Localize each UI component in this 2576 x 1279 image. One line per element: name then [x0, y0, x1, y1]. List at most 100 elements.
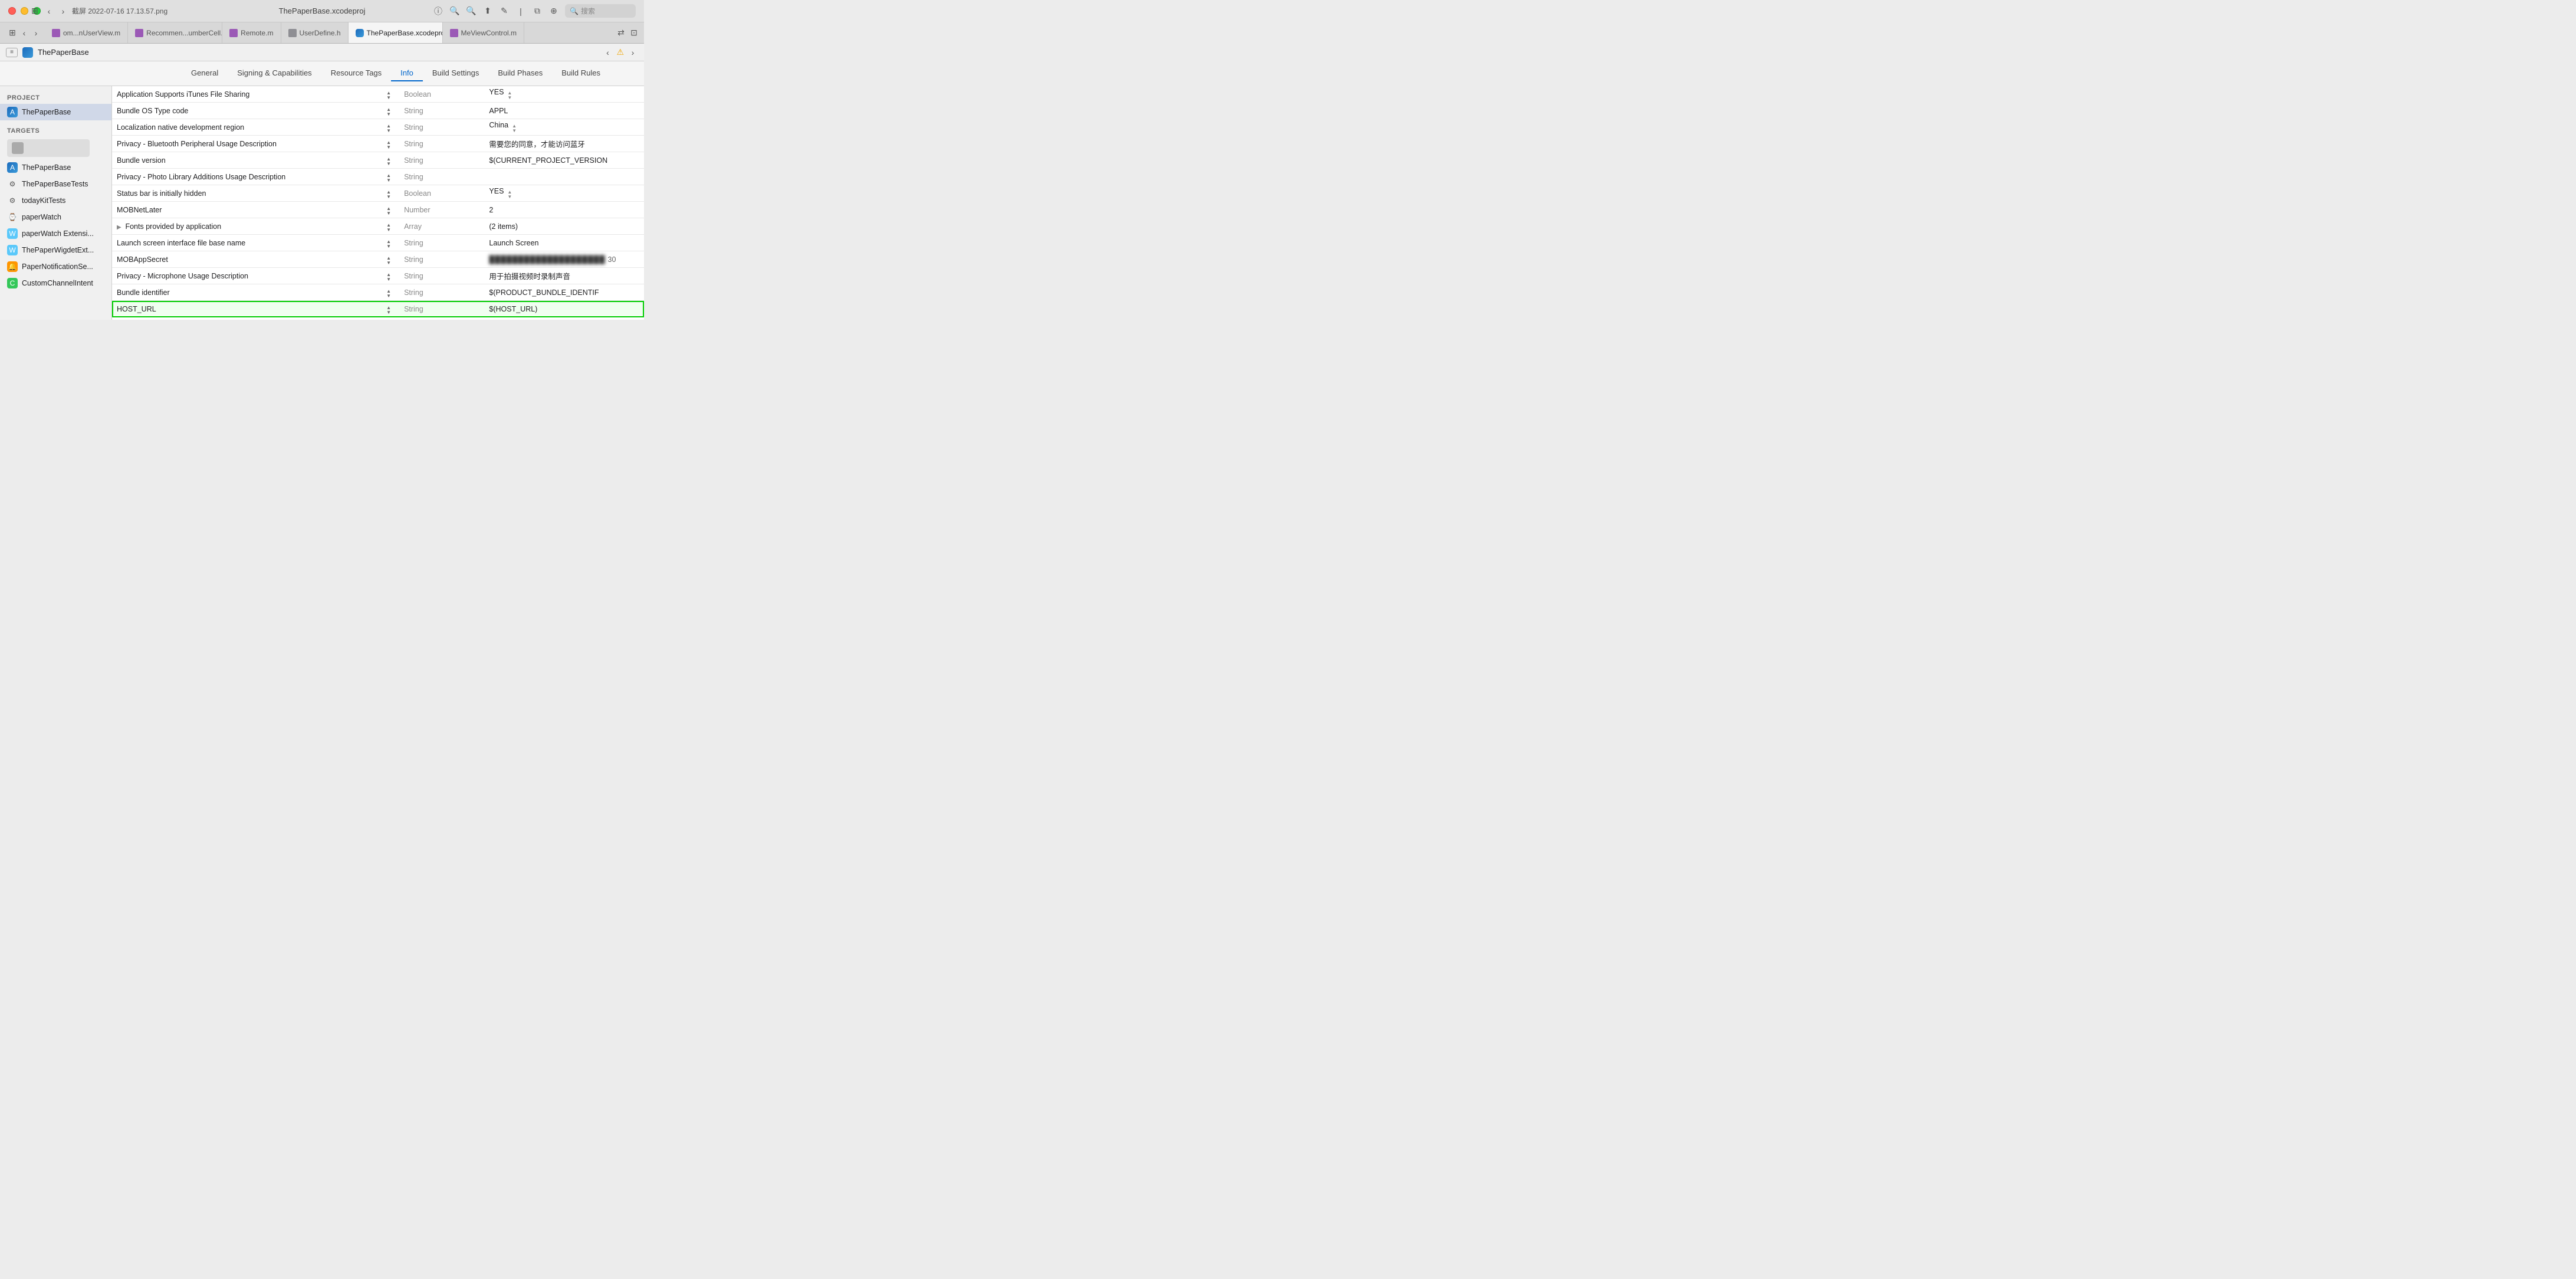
- stepper-icon[interactable]: ▲▼: [386, 157, 391, 166]
- forward-icon[interactable]: ›: [31, 28, 41, 38]
- sidebar-item-customchannel[interactable]: C CustomChannelIntent: [0, 275, 111, 291]
- target-label-0: ThePaperBase: [22, 163, 71, 172]
- value-stepper-icon[interactable]: ▲▼: [512, 124, 517, 133]
- value-stepper-icon[interactable]: ▲▼: [507, 91, 512, 100]
- window-title: ThePaperBase.xcodeproj: [279, 6, 366, 15]
- nav-next-icon[interactable]: ›: [627, 47, 638, 58]
- nav-forward-icon[interactable]: ›: [58, 6, 68, 17]
- zoom-out-icon[interactable]: 🔍: [449, 6, 460, 17]
- sidebar-item-thepaperwigdetext[interactable]: W ThePaperWigdetExt...: [0, 242, 111, 258]
- tab-remote[interactable]: Remote.m: [222, 22, 281, 43]
- seg-btn-general[interactable]: General: [182, 65, 228, 81]
- table-row[interactable]: Bundle version▲▼String$(CURRENT_PROJECT_…: [112, 152, 644, 169]
- back-icon[interactable]: ‹: [19, 28, 29, 38]
- xcode-project-icon: A: [7, 107, 18, 117]
- grid-icon[interactable]: ⊞: [7, 28, 18, 38]
- segment-bar: General Signing & Capabilities Resource …: [0, 61, 644, 86]
- table-row[interactable]: MOBNetLater▲▼Number2: [112, 202, 644, 218]
- tab-icon-xcode: [356, 29, 364, 37]
- more-icon[interactable]: ⊕: [548, 6, 559, 17]
- expand-arrow-icon[interactable]: ▶: [117, 224, 123, 231]
- table-row[interactable]: ▶ Fonts provided by application▲▼Array(2…: [112, 218, 644, 235]
- target-label-5: ThePaperWigdetExt...: [22, 246, 94, 254]
- value-stepper-icon[interactable]: ▲▼: [507, 190, 512, 199]
- table-row[interactable]: Privacy - Bluetooth Peripheral Usage Des…: [112, 136, 644, 152]
- sidebar-item-papernotification[interactable]: 🔔 PaperNotificationSe...: [0, 258, 111, 275]
- titlebar-right: ⓘ 🔍 🔍 ⬆ ✎ | ⧉ ⊕ 🔍 搜索: [433, 4, 636, 18]
- share-icon[interactable]: ⬆: [482, 6, 493, 17]
- close-button[interactable]: [8, 7, 16, 15]
- sidebar-item-thepaperbase-target[interactable]: A ThePaperBase: [0, 159, 111, 176]
- stepper-icon[interactable]: ▲▼: [386, 190, 391, 199]
- table-row[interactable]: Application Supports iTunes File Sharing…: [112, 86, 644, 103]
- stepper-icon[interactable]: ▲▼: [386, 256, 391, 265]
- sidebar-project-label: ThePaperBase: [22, 108, 71, 116]
- stepper-icon[interactable]: ▲▼: [386, 140, 391, 150]
- zoom-in-icon[interactable]: 🔍: [466, 6, 477, 17]
- sidebar-item-paperwatch[interactable]: ⌚ paperWatch: [0, 209, 111, 225]
- stepper-icon[interactable]: ▲▼: [386, 124, 391, 133]
- target-label-6: PaperNotificationSe...: [22, 263, 93, 271]
- nav-back-icon[interactable]: ‹: [44, 6, 54, 17]
- target-gear-icon-1: ⚙: [7, 179, 18, 189]
- titlebar-controls: ⊞ ‹ › 截屏 2022-07-16 17.13.57.png: [29, 6, 167, 17]
- sidebar-toggle[interactable]: ≡: [6, 48, 18, 57]
- stepper-icon[interactable]: ▲▼: [386, 273, 391, 282]
- content-area: Application Supports iTunes File Sharing…: [112, 86, 644, 320]
- table-row[interactable]: Bundle identifier▲▼String$(PRODUCT_BUNDL…: [112, 284, 644, 301]
- tab-bar: ⊞ ‹ › om...nUserView.m Recommen...umberC…: [0, 22, 644, 44]
- nav-prev-icon[interactable]: ‹: [602, 47, 613, 58]
- split-icon[interactable]: ⊡: [629, 28, 639, 38]
- target-label-4: paperWatch Extensi...: [22, 229, 94, 238]
- copy-icon[interactable]: ⧉: [532, 6, 543, 17]
- sidebar-icon[interactable]: ⊞: [29, 6, 40, 17]
- stepper-icon[interactable]: ▲▼: [386, 107, 391, 117]
- tab-meviewcontrol[interactable]: MeViewControl.m: [443, 22, 524, 43]
- search-placeholder: 搜索: [581, 6, 595, 16]
- stepper-icon[interactable]: ▲▼: [386, 206, 391, 216]
- sidebar-item-thepaperbasetests[interactable]: ⚙ ThePaperBaseTests: [0, 176, 111, 192]
- target-widget-icon-1: W: [7, 228, 18, 239]
- stepper-icon[interactable]: ▲▼: [386, 289, 391, 299]
- info-icon[interactable]: ⓘ: [433, 6, 443, 17]
- seg-btn-info[interactable]: Info: [391, 65, 423, 81]
- target-thumb: [7, 139, 90, 157]
- refresh-icon[interactable]: ⇄: [616, 28, 626, 38]
- table-row[interactable]: HOST_URL▲▼String$(HOST_URL): [112, 301, 644, 317]
- seg-btn-resource[interactable]: Resource Tags: [321, 65, 391, 81]
- sidebar-item-thepaperbase-project[interactable]: A ThePaperBase: [0, 104, 111, 120]
- warning-icon: ⚠: [616, 47, 624, 57]
- sidebar-item-todaykittests[interactable]: ⚙ todayKitTests: [0, 192, 111, 209]
- stepper-icon[interactable]: ▲▼: [386, 91, 391, 100]
- stepper-icon[interactable]: ▲▼: [386, 306, 391, 315]
- stepper-icon[interactable]: ▲▼: [386, 240, 391, 249]
- table-row[interactable]: Status bar is initially hidden▲▼BooleanY…: [112, 185, 644, 202]
- table-row[interactable]: Bundle OS Type code▲▼StringAPPL: [112, 103, 644, 119]
- table-row[interactable]: MOBAppSecret▲▼String████████████████████…: [112, 251, 644, 268]
- tab-userdefine[interactable]: UserDefine.h: [281, 22, 349, 43]
- stepper-icon[interactable]: ▲▼: [386, 223, 391, 232]
- seg-btn-signing[interactable]: Signing & Capabilities: [228, 65, 321, 81]
- tab-icon-purple: [52, 29, 60, 37]
- thumb-icon: [12, 142, 24, 154]
- table-row[interactable]: Localization native development region▲▼…: [112, 119, 644, 136]
- tab-icon-purple-4: [450, 29, 458, 37]
- tab-xcodeproj[interactable]: ThePaperBase.xcodeproj: [349, 22, 443, 43]
- target-label-2: todayKitTests: [22, 196, 65, 205]
- seg-btn-build-settings[interactable]: Build Settings: [423, 65, 489, 81]
- sidebar-item-paperwatch-ext[interactable]: W paperWatch Extensi...: [0, 225, 111, 242]
- table-row[interactable]: Launch screen interface file base name▲▼…: [112, 235, 644, 251]
- search-bar[interactable]: 🔍 搜索: [565, 4, 636, 18]
- stepper-icon[interactable]: ▲▼: [386, 173, 391, 183]
- breadcrumb-title: ThePaperBase: [38, 48, 89, 57]
- table-row[interactable]: ▶ App Transport Security Settings▲▼Dicti…: [112, 317, 644, 320]
- tab-recommen-umbercell[interactable]: Recommen...umberCell.m: [128, 22, 222, 43]
- seg-btn-build-rules[interactable]: Build Rules: [552, 65, 610, 81]
- table-row[interactable]: Privacy - Photo Library Additions Usage …: [112, 169, 644, 185]
- table-row[interactable]: Privacy - Microphone Usage Description▲▼…: [112, 268, 644, 284]
- seg-btn-build-phases[interactable]: Build Phases: [488, 65, 552, 81]
- minimize-button[interactable]: [21, 7, 28, 15]
- edit-icon[interactable]: ✎: [499, 6, 510, 17]
- main-layout: PROJECT A ThePaperBase TARGETS A ThePape…: [0, 86, 644, 320]
- tab-om-nuserview[interactable]: om...nUserView.m: [45, 22, 128, 43]
